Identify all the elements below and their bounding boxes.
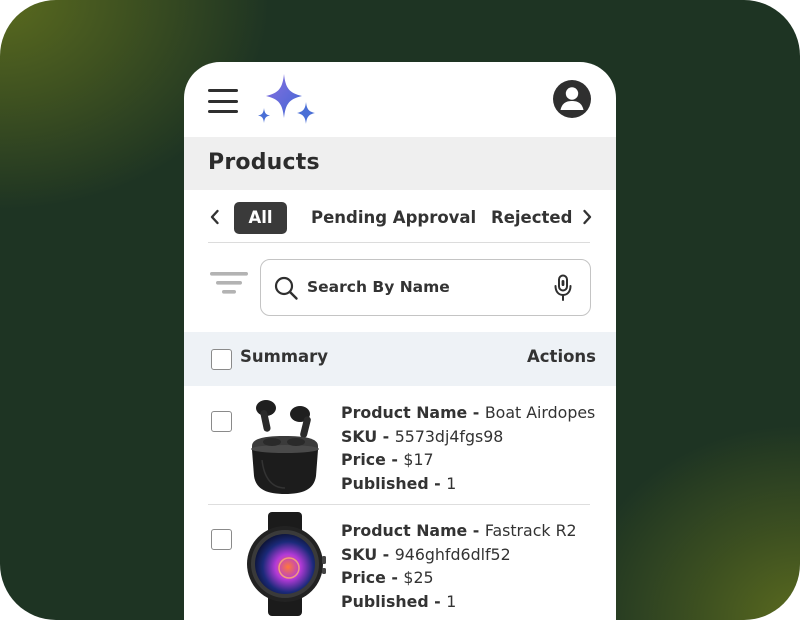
- smartwatch-image: [247, 512, 326, 616]
- earbuds-image: [251, 400, 319, 494]
- price-value: $25: [403, 568, 434, 587]
- product-name-value: Boat Airdopes: [484, 403, 596, 422]
- table-row: Product Name - Fastrack R2 SKU - 946ghfd…: [184, 510, 616, 620]
- divider: [208, 242, 590, 243]
- microphone-icon[interactable]: [553, 274, 573, 302]
- published-line: Published - 1: [341, 591, 457, 611]
- sku-line: SKU - 946ghfd6dlf52: [341, 544, 511, 564]
- sku-value: 5573dj4fgs98: [394, 426, 504, 446]
- chevron-right-icon[interactable]: [580, 208, 594, 226]
- published-value: 1: [446, 591, 457, 611]
- published-value: 1: [446, 473, 457, 493]
- hamburger-menu-icon[interactable]: [208, 88, 238, 114]
- top-bar: [184, 62, 616, 137]
- search-box: [260, 259, 591, 316]
- table-row: Product Name - Boat Airdopes SKU - 5573d…: [184, 392, 616, 510]
- tab-pending-approval[interactable]: Pending Approval: [311, 202, 476, 234]
- product-name-line: Product Name - Boat Airdopes: [341, 403, 596, 422]
- tab-rejected[interactable]: Rejected: [491, 202, 572, 234]
- divider: [208, 504, 590, 505]
- background: Products All Pending Approval Rejected S…: [0, 0, 800, 620]
- sparkle-logo-icon: [258, 74, 315, 124]
- tab-all[interactable]: All: [234, 202, 287, 234]
- price-line: Price - $17: [341, 450, 434, 469]
- table-header: Summary Actions: [184, 332, 616, 386]
- product-name-line: Product Name - Fastrack R2: [341, 521, 577, 540]
- product-summary: Product Name - Boat Airdopes SKU - 5573d…: [341, 401, 616, 495]
- column-header-summary: Summary: [240, 347, 329, 366]
- search-input[interactable]: [307, 273, 547, 301]
- product-name-value: Fastrack R2: [484, 521, 577, 540]
- sku-line: SKU - 5573dj4fgs98: [341, 426, 504, 446]
- price-line: Price - $25: [341, 568, 434, 587]
- row-checkbox[interactable]: [211, 411, 232, 432]
- row-checkbox[interactable]: [211, 529, 232, 550]
- chevron-left-icon[interactable]: [208, 208, 222, 226]
- page-title: Products: [208, 150, 320, 175]
- user-avatar-icon[interactable]: [552, 79, 592, 119]
- sku-value: 946ghfd6dlf52: [394, 544, 511, 564]
- select-all-checkbox[interactable]: [211, 349, 232, 370]
- product-summary: Product Name - Fastrack R2 SKU - 946ghfd…: [341, 519, 616, 613]
- price-value: $17: [403, 450, 434, 469]
- status-tabs: All Pending Approval Rejected: [184, 190, 616, 244]
- title-bar: Products: [184, 137, 616, 190]
- phone-screen: Products All Pending Approval Rejected S…: [184, 62, 616, 620]
- filter-icon[interactable]: [210, 272, 250, 302]
- column-header-actions[interactable]: Actions: [527, 347, 596, 366]
- search-icon: [274, 276, 298, 300]
- published-line: Published - 1: [341, 473, 457, 493]
